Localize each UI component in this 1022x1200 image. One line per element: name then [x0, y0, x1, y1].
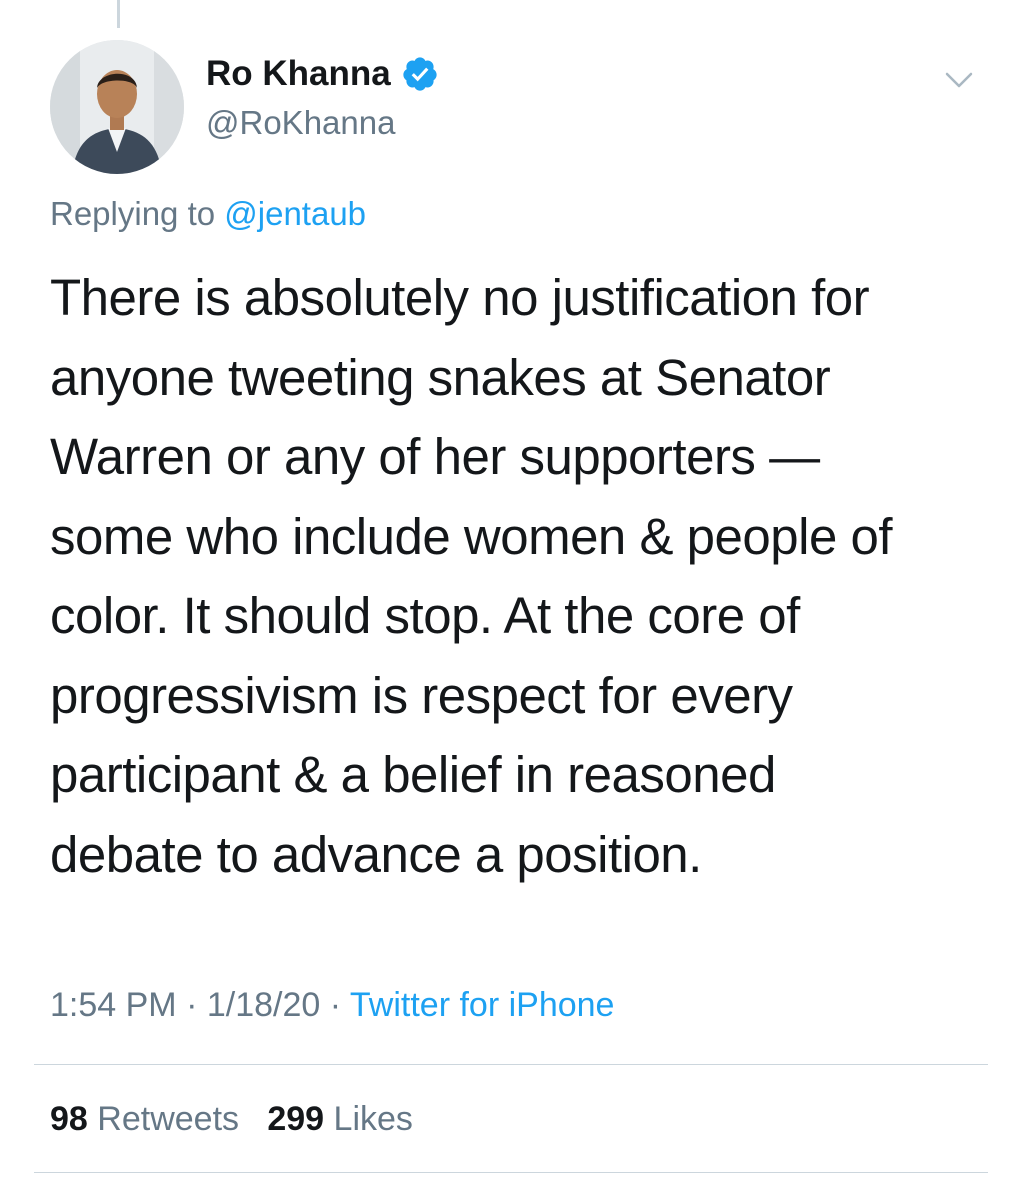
tweet-time[interactable]: 1:54 PM	[50, 986, 177, 1024]
thread-connector-line	[117, 0, 120, 28]
retweets-label: Retweets	[97, 1100, 240, 1138]
divider	[34, 1064, 988, 1065]
tweet-meta: 1:54 PM · 1/18/20 · Twitter for iPhone	[50, 982, 614, 1028]
retweets-stat[interactable]: 98 Retweets	[50, 1100, 239, 1138]
meta-separator: ·	[320, 986, 350, 1024]
chevron-down-icon[interactable]	[944, 70, 974, 90]
reply-mention-link[interactable]: @jentaub	[224, 195, 366, 232]
meta-separator: ·	[176, 986, 207, 1024]
retweets-count: 98	[50, 1100, 88, 1138]
tweet-stats: 98 Retweets 299 Likes	[50, 1096, 413, 1142]
author-display-name[interactable]: Ro Khanna	[206, 52, 391, 96]
author-handle[interactable]: @RoKhanna	[206, 102, 395, 144]
author-name-row: Ro Khanna	[206, 52, 439, 96]
tweet-source-link[interactable]: Twitter for iPhone	[350, 986, 615, 1024]
divider	[34, 1172, 988, 1173]
likes-stat[interactable]: 299 Likes	[267, 1100, 413, 1138]
likes-count: 299	[267, 1100, 325, 1138]
likes-label: Likes	[333, 1100, 413, 1138]
replying-to-line: Replying to @jentaub	[50, 192, 366, 236]
tweet-date[interactable]: 1/18/20	[207, 986, 320, 1024]
avatar[interactable]	[50, 40, 184, 174]
replying-to-label: Replying to	[50, 195, 225, 232]
avatar-photo	[50, 40, 184, 174]
tweet-text: There is absolutely no justification for…	[50, 269, 893, 883]
verified-badge-icon	[401, 55, 439, 93]
